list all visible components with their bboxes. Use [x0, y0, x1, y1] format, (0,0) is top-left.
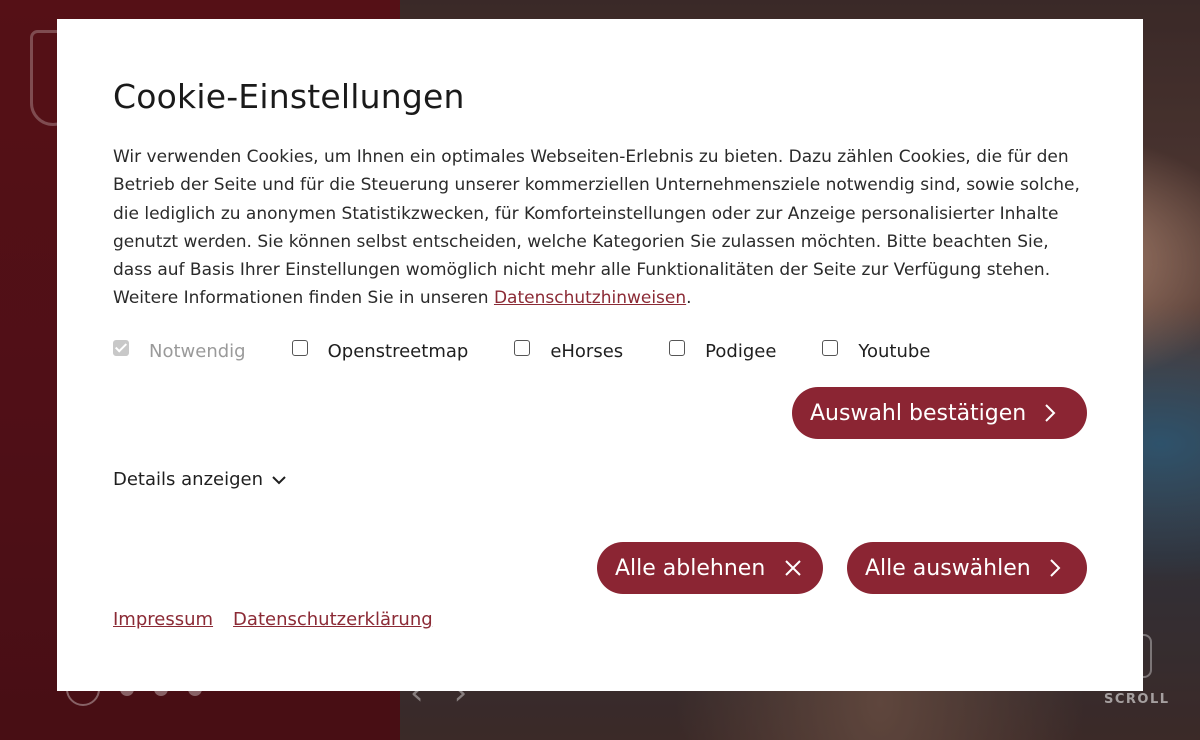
description-text: Wir verwenden Cookies, um Ihnen ein opti… [113, 147, 1080, 309]
category-podigee[interactable]: Podigee [669, 339, 777, 362]
scroll-label[interactable]: SCROLL [1104, 692, 1170, 707]
chevron-right-icon [1044, 403, 1056, 423]
category-ehorses[interactable]: eHorses [514, 339, 624, 362]
chevron-down-icon [263, 469, 287, 490]
category-label: eHorses [550, 341, 624, 362]
reject-all-label: Alle ablehnen [615, 555, 766, 581]
dialog-title: Cookie-Einstellungen [113, 77, 465, 116]
reject-all-button[interactable]: Alle ablehnen [597, 542, 823, 594]
accept-all-button[interactable]: Alle auswählen [847, 542, 1087, 594]
podigee-checkbox[interactable] [669, 339, 686, 356]
category-label: Podigee [705, 341, 777, 362]
impressum-link[interactable]: Impressum [113, 609, 213, 630]
necessary-checkbox [113, 339, 129, 356]
openstreetmap-checkbox[interactable] [291, 339, 308, 356]
details-label: Details anzeigen [113, 469, 263, 490]
cookie-dialog: Cookie-Einstellungen Wir verwenden Cooki… [57, 19, 1143, 691]
youtube-checkbox[interactable] [822, 339, 839, 356]
confirm-selection-button[interactable]: Auswahl bestätigen [792, 387, 1087, 439]
footer-links: Impressum Datenschutzerklärung [113, 609, 453, 630]
privacy-policy-link[interactable]: Datenschutzerklärung [233, 609, 433, 630]
dialog-description: Wir verwenden Cookies, um Ihnen ein opti… [113, 143, 1088, 313]
category-label: Openstreetmap [327, 341, 469, 362]
category-youtube[interactable]: Youtube [822, 339, 931, 362]
chevron-right-icon [1049, 558, 1061, 578]
cookie-categories: Notwendig Openstreetmap eHorses Podigee … [113, 339, 931, 362]
category-label: Notwendig [149, 341, 246, 362]
category-label: Youtube [858, 341, 931, 362]
description-end: . [686, 288, 692, 309]
privacy-notice-link[interactable]: Datenschutzhinweisen [494, 288, 686, 308]
accept-all-label: Alle auswählen [865, 555, 1031, 581]
details-toggle[interactable]: Details anzeigen [113, 469, 287, 490]
close-icon [783, 558, 803, 578]
category-openstreetmap[interactable]: Openstreetmap [291, 339, 469, 362]
page: ‹ › SCROLL Cookie-Einstellungen Wir verw… [0, 0, 1200, 740]
category-necessary: Notwendig [113, 339, 246, 362]
confirm-selection-label: Auswahl bestätigen [810, 400, 1027, 426]
ehorses-checkbox[interactable] [514, 339, 531, 356]
